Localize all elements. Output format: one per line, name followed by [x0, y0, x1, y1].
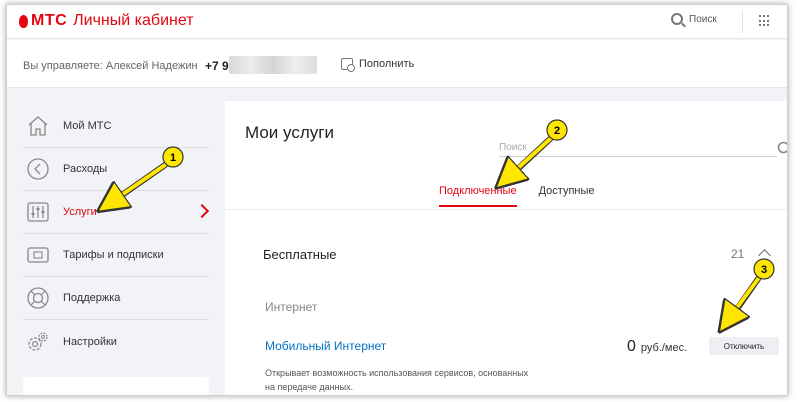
- search-icon: [777, 141, 787, 154]
- brand-name: МТС: [31, 12, 68, 29]
- service-price: 0 руб./мес.: [627, 338, 687, 356]
- sidebar-item-settings[interactable]: Настройки: [23, 320, 209, 363]
- sidebar-item-label: Расходы: [63, 163, 108, 175]
- sidebar-item-tariffs[interactable]: Тарифы и подписки: [23, 234, 209, 277]
- sidebar-item-my-mts[interactable]: Мой МТС: [23, 105, 209, 148]
- sidebar: Мой МТС Расходы Услуги Тарифы и подписки: [23, 105, 210, 363]
- browser-frame: МТС Личный кабинет Поиск Вы управляете: …: [6, 4, 788, 396]
- sidebar-item-label: Услуги: [63, 206, 97, 218]
- page-title: Мои услуги: [245, 123, 334, 142]
- header-search-label: Поиск: [689, 13, 717, 25]
- home-icon: [25, 113, 51, 139]
- topup-button[interactable]: Пополнить: [341, 58, 415, 72]
- phone-blur: [229, 56, 317, 74]
- search-icon: [671, 13, 683, 25]
- lifebuoy-icon: [25, 285, 51, 311]
- tab-connected[interactable]: Подключенные: [439, 185, 517, 207]
- price-unit: руб./мес.: [640, 342, 688, 354]
- phone-number[interactable]: +7 9: [205, 59, 229, 73]
- apps-grid-icon[interactable]: [759, 15, 771, 27]
- header-divider: [742, 11, 743, 33]
- managed-user: Вы управляете: Алексей Надежин: [23, 60, 198, 72]
- sidebar-item-label: Тарифы и подписки: [63, 249, 164, 261]
- services-search-input[interactable]: [499, 138, 759, 157]
- sidebar-promo-card: [23, 377, 209, 395]
- mts-egg-icon: [19, 14, 28, 28]
- mts-logo[interactable]: МТС Личный кабинет: [19, 12, 194, 30]
- sidebar-item-expenses[interactable]: Расходы: [23, 148, 209, 191]
- top-header: МТС Личный кабинет Поиск: [7, 5, 787, 39]
- price-value: 0: [627, 338, 636, 355]
- disconnect-button[interactable]: Отключить: [709, 337, 779, 355]
- tariff-card-icon: [25, 242, 51, 268]
- section-count: 21: [731, 247, 745, 261]
- header-search-button[interactable]: Поиск: [671, 13, 717, 25]
- cabinet-title: Личный кабинет: [73, 12, 194, 29]
- services-tabs: Подключенные Доступные: [439, 185, 617, 207]
- tab-available[interactable]: Доступные: [539, 185, 595, 207]
- chevron-right-icon: [194, 203, 210, 219]
- sidebar-item-label: Поддержка: [63, 292, 121, 304]
- sidebar-item-label: Мой МТС: [63, 120, 112, 132]
- sidebar-item-support[interactable]: Поддержка: [23, 277, 209, 320]
- topup-label: Пополнить: [359, 58, 415, 70]
- sliders-icon: [25, 199, 51, 225]
- main-panel: Мои услуги Подключенные Доступные Беспла…: [225, 101, 787, 395]
- section-title[interactable]: Бесплатные: [263, 247, 337, 262]
- service-description: Открывает возможность использования серв…: [265, 368, 529, 392]
- services-search-button[interactable]: [777, 141, 787, 162]
- services-search: [499, 137, 777, 157]
- expenses-icon: [25, 156, 51, 182]
- sidebar-item-services[interactable]: Услуги: [23, 191, 210, 234]
- gears-icon: [25, 329, 51, 355]
- sidebar-item-label: Настройки: [63, 335, 117, 348]
- service-name-link[interactable]: Мобильный Интернет: [265, 339, 386, 353]
- chevron-up-icon[interactable]: [758, 249, 771, 262]
- category-title: Интернет: [265, 300, 318, 314]
- tabs-divider: [225, 209, 787, 210]
- account-bar: Вы управляете: Алексей Надежин +7 9 Попо…: [7, 40, 787, 88]
- wallet-icon: [341, 58, 355, 72]
